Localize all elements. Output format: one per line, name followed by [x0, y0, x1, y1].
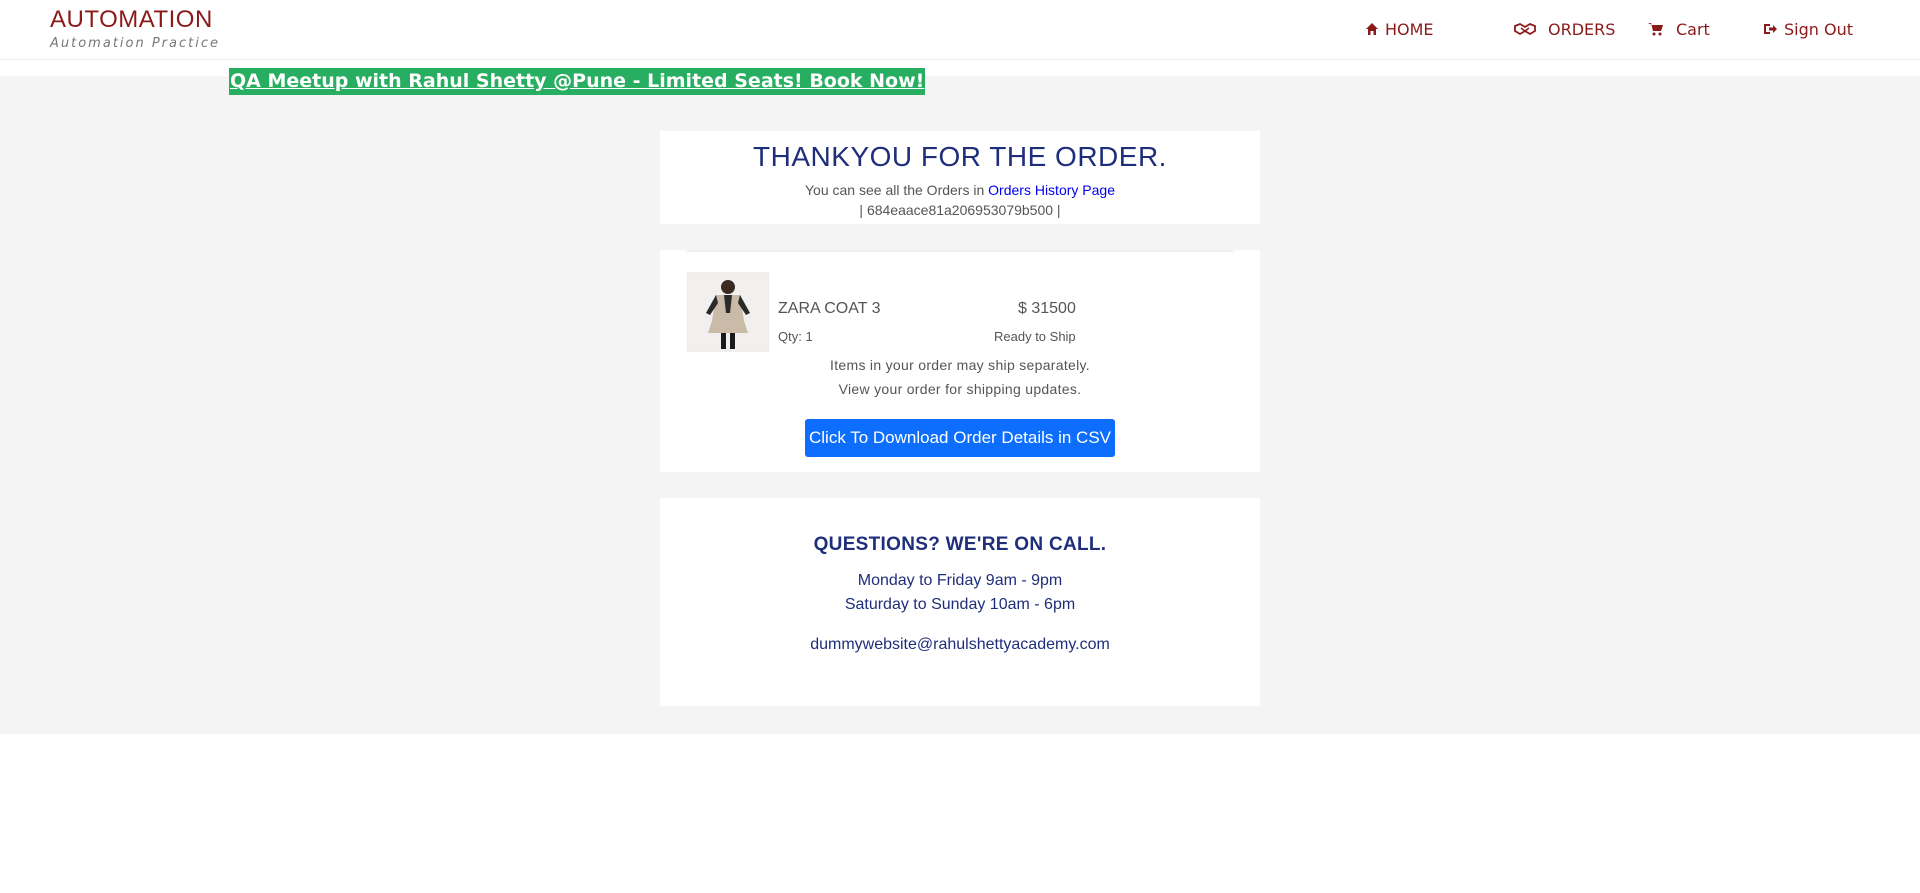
- questions-title: QUESTIONS? WE'RE ON CALL.: [813, 534, 1107, 555]
- nav-home-button[interactable]: HOME: [1365, 18, 1434, 40]
- hours-weekday: Monday to Friday 9am - 9pm: [857, 572, 1063, 589]
- logo[interactable]: AUTOMATION Automation Practice: [50, 6, 220, 51]
- thank-you-title: THANKYOU FOR THE ORDER.: [753, 141, 1167, 172]
- nav-orders-button[interactable]: ORDERS: [1514, 18, 1615, 40]
- product-price: $ 31500: [1018, 300, 1076, 317]
- top-header: AUTOMATION Automation Practice HOME ORDE…: [0, 0, 1920, 60]
- divider: [687, 250, 1233, 252]
- ship-note-updates: View your order for shipping updates.: [838, 381, 1082, 397]
- order-summary-card: ZARA COAT 3 $ 31500 Qty: 1 Ready to Ship…: [660, 250, 1260, 472]
- orders-history-prefix: You can see all the Orders in: [805, 182, 989, 198]
- download-csv-button[interactable]: Click To Download Order Details in CSV: [805, 419, 1115, 457]
- promo-banner-link[interactable]: QA Meetup with Rahul Shetty @Pune - Limi…: [229, 68, 926, 95]
- logo-title: AUTOMATION: [50, 6, 213, 33]
- support-email: dummywebsite@rahulshettyacademy.com: [810, 636, 1110, 653]
- nav-home-label: HOME: [1385, 19, 1434, 39]
- nav-orders-label: ORDERS: [1548, 19, 1616, 39]
- product-status: Ready to Ship: [994, 329, 1076, 344]
- logo-subtitle: Automation Practice: [50, 36, 220, 51]
- product-name: ZARA COAT 3: [778, 300, 881, 317]
- hours-weekend: Saturday to Sunday 10am - 6pm: [844, 596, 1076, 613]
- nav-sign-out-label: Sign Out: [1784, 19, 1853, 39]
- product-quantity: Qty: 1: [778, 329, 813, 344]
- orders-history-link[interactable]: Orders History Page: [988, 182, 1115, 198]
- sign-out-icon: [1763, 22, 1778, 36]
- home-icon: [1365, 22, 1379, 36]
- product-image: [687, 272, 769, 352]
- order-id: | 684eaace81a206953079b500 |: [859, 202, 1061, 218]
- nav-cart-label: Cart: [1676, 19, 1710, 39]
- orders-history-text: You can see all the Orders in Orders His…: [660, 182, 1260, 198]
- ship-note-separately: Items in your order may ship separately.: [830, 357, 1090, 373]
- handshake-icon: [1514, 22, 1536, 36]
- cart-icon: [1648, 22, 1664, 36]
- nav-cart-button[interactable]: Cart: [1648, 18, 1710, 40]
- nav-sign-out-button[interactable]: Sign Out: [1763, 18, 1853, 40]
- thank-you-card: THANKYOU FOR THE ORDER. You can see all …: [660, 131, 1260, 224]
- questions-card: QUESTIONS? WE'RE ON CALL. Monday to Frid…: [660, 498, 1260, 706]
